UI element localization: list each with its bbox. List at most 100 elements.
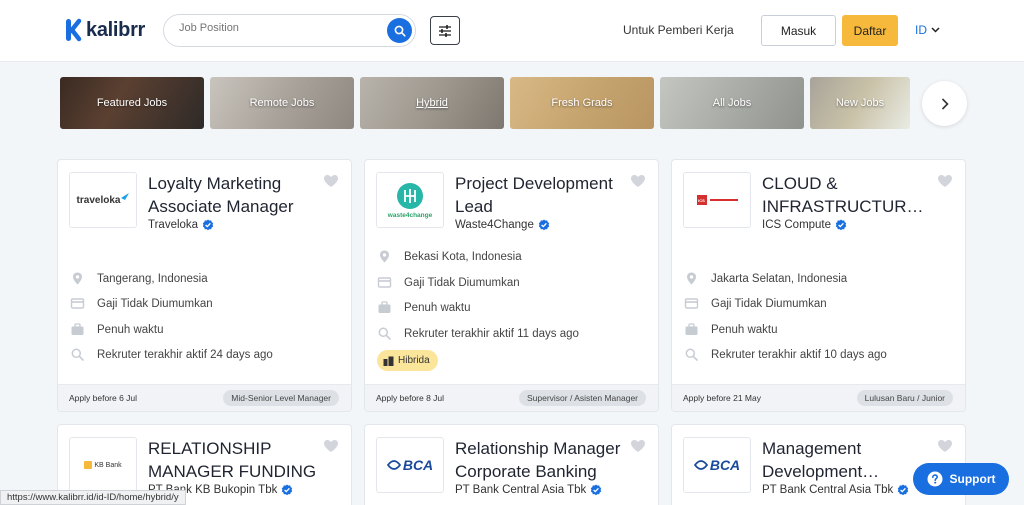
job-card[interactable]: traveloka Loyalty Marketing Associate Ma…: [57, 159, 352, 412]
salary-card-icon: [377, 275, 392, 290]
register-button[interactable]: Daftar: [842, 15, 898, 46]
job-title[interactable]: Management Development Program: [762, 437, 932, 483]
kalibrr-logo[interactable]: kalibrr: [66, 18, 145, 42]
job-title[interactable]: Relationship Manager Corporate Banking: [455, 437, 625, 483]
job-salary: Gaji Tidak Diumumkan: [70, 296, 213, 311]
job-title[interactable]: Loyalty Marketing Associate Manager: [148, 172, 318, 218]
recruiter-activity: Rekruter terakhir aktif 24 days ago: [70, 347, 273, 362]
language-selector[interactable]: ID: [915, 23, 940, 37]
heart-icon[interactable]: [323, 174, 339, 188]
company-name[interactable]: ICS Compute: [762, 219, 847, 231]
category-label: Remote Jobs: [249, 97, 315, 109]
hybrid-badge: Hibrida: [377, 350, 438, 371]
bca-logo-mark: [386, 460, 401, 470]
job-location: Tangerang, Indonesia: [70, 271, 208, 286]
waste4change-mark-icon: [397, 182, 423, 209]
login-button[interactable]: Masuk: [761, 15, 836, 46]
top-header: kalibrr Untuk Pemberi Kerja Masuk Daftar…: [0, 0, 1024, 62]
company-logo-text: ICS: [698, 197, 705, 203]
card-footer: Apply before 6 Jul Mid-Senior Level Mana…: [58, 384, 351, 411]
location-text: Jakarta Selatan, Indonesia: [711, 272, 848, 285]
location-pin-icon: [684, 271, 699, 286]
status-bar-url: https://www.kalibrr.id/id-ID/home/hybrid…: [0, 490, 186, 505]
job-title[interactable]: CLOUD & INFRASTRUCTURE ENGINEER: [762, 172, 932, 218]
company-logo-text: BCA: [402, 457, 434, 473]
job-type: Penuh waktu: [70, 322, 164, 337]
search-icon: [684, 347, 699, 362]
support-button[interactable]: Support: [913, 463, 1009, 495]
apply-deadline: Apply before 8 Jul: [376, 393, 445, 403]
ics-logo-line: [709, 199, 738, 201]
category-all-jobs[interactable]: All Jobs: [660, 77, 804, 129]
company-name-text: PT Bank Central Asia Tbk: [762, 484, 894, 496]
heart-icon[interactable]: [630, 174, 646, 188]
company-name-text: PT Bank Central Asia Tbk: [455, 484, 587, 496]
verified-icon: [835, 219, 847, 231]
support-label: Support: [949, 472, 996, 486]
card-footer: Apply before 21 May Lulusan Baru / Junio…: [672, 384, 965, 411]
job-type-text: Penuh waktu: [404, 301, 471, 314]
category-fresh-grads[interactable]: Fresh Grads: [510, 77, 654, 129]
search-button[interactable]: [387, 18, 412, 43]
activity-text: Rekruter terakhir aktif 11 days ago: [404, 327, 579, 340]
briefcase-icon: [684, 322, 699, 337]
briefcase-icon: [377, 300, 392, 315]
briefcase-icon: [70, 322, 85, 337]
verified-icon: [590, 484, 602, 496]
company-name[interactable]: Waste4Change: [455, 219, 550, 231]
help-icon: [927, 471, 942, 487]
company-name[interactable]: PT Bank Central Asia Tbk: [455, 484, 602, 496]
job-title[interactable]: Project Development Lead: [455, 172, 625, 218]
category-hybrid[interactable]: Hybrid: [360, 77, 504, 129]
filter-button[interactable]: [430, 16, 460, 45]
job-location: Jakarta Selatan, Indonesia: [684, 271, 847, 286]
verified-icon: [281, 484, 293, 496]
search-input[interactable]: [179, 22, 379, 34]
job-location: Bekasi Kota, Indonesia: [377, 249, 522, 264]
job-card[interactable]: waste4change Project Development Lead Wa…: [364, 159, 659, 412]
recruiter-activity: Rekruter terakhir aktif 11 days ago: [377, 326, 579, 341]
company-name[interactable]: Traveloka: [148, 219, 214, 231]
job-card[interactable]: BCA Relationship Manager Corporate Banki…: [364, 424, 659, 505]
ics-logo-block: ICS: [696, 195, 707, 205]
category-remote-jobs[interactable]: Remote Jobs: [210, 77, 354, 129]
heart-icon[interactable]: [937, 439, 953, 453]
search-icon: [377, 326, 392, 341]
logo-text: kalibrr: [86, 18, 146, 41]
job-title[interactable]: RELATIONSHIP MANAGER FUNDING: [148, 437, 318, 483]
job-type-text: Penuh waktu: [97, 323, 164, 336]
job-type-text: Penuh waktu: [711, 323, 778, 336]
location-text: Tangerang, Indonesia: [97, 272, 208, 285]
location-pin-icon: [377, 249, 392, 264]
kb-logo-mark: [84, 461, 93, 469]
company-name-text: Waste4Change: [455, 219, 534, 231]
category-label: All Jobs: [712, 97, 752, 109]
company-logo-text: traveloka: [76, 194, 121, 206]
heart-icon[interactable]: [937, 174, 953, 188]
location-pin-icon: [70, 271, 85, 286]
job-salary: Gaji Tidak Diumumkan: [684, 296, 827, 311]
category-next-button[interactable]: [922, 81, 967, 126]
employer-link[interactable]: Untuk Pemberi Kerja: [623, 23, 734, 37]
heart-icon[interactable]: [323, 439, 339, 453]
kalibrr-k-icon: [66, 18, 82, 42]
category-label: Featured Jobs: [96, 97, 168, 109]
company-name-text: ICS Compute: [762, 219, 832, 231]
company-logo-text: KB Bank: [94, 461, 122, 469]
bird-icon: [121, 193, 130, 200]
language-label: ID: [915, 23, 927, 37]
activity-text: Rekruter terakhir aktif 10 days ago: [711, 348, 887, 361]
company-name[interactable]: PT Bank Central Asia Tbk: [762, 484, 909, 496]
company-name-text: Traveloka: [148, 219, 199, 231]
salary-card-icon: [70, 296, 85, 311]
heart-icon[interactable]: [630, 439, 646, 453]
card-footer: Apply before 8 Jul Supervisor / Asisten …: [365, 384, 658, 411]
job-card[interactable]: ICS CLOUD & INFRASTRUCTURE ENGINEER ICS …: [671, 159, 966, 412]
company-logo: BCA: [683, 437, 751, 493]
category-new-jobs[interactable]: New Jobs: [810, 77, 910, 129]
sliders-icon: [439, 24, 451, 37]
category-featured-jobs[interactable]: Featured Jobs: [60, 77, 204, 129]
category-label: New Jobs: [835, 97, 885, 109]
recruiter-activity: Rekruter terakhir aktif 10 days ago: [684, 347, 887, 362]
category-label: Hybrid: [416, 97, 448, 109]
